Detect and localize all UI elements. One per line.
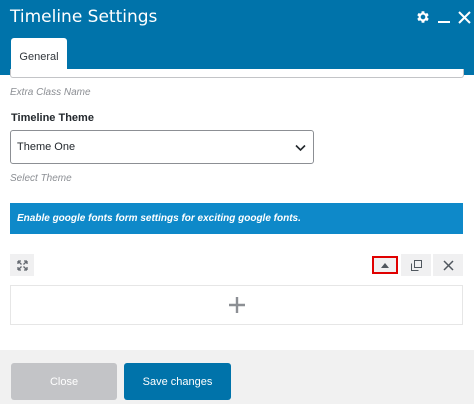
modal-footer: Close Save changes	[0, 350, 474, 404]
modal-header: Timeline Settings General	[0, 0, 474, 75]
add-item-area[interactable]	[10, 285, 463, 325]
timeline-theme-hint: Select Theme	[10, 173, 72, 184]
google-fonts-notice: Enable google fonts form settings for ex…	[10, 203, 463, 234]
modal-body: Extra Class Name Timeline Theme Theme On…	[0, 69, 474, 350]
gear-icon[interactable]	[414, 8, 432, 26]
delete-icon[interactable]	[433, 254, 463, 276]
extra-class-input[interactable]	[10, 69, 464, 78]
duplicate-icon[interactable]	[401, 254, 431, 276]
expand-icon[interactable]	[10, 254, 34, 276]
row-controls	[10, 254, 463, 276]
modal-title: Timeline Settings	[10, 7, 158, 27]
minimize-icon[interactable]	[435, 8, 453, 26]
timeline-theme-select[interactable]: Theme One	[10, 130, 314, 164]
timeline-theme-value: Theme One	[17, 141, 76, 153]
close-button[interactable]: Close	[11, 363, 117, 400]
save-changes-button[interactable]: Save changes	[124, 363, 231, 400]
timeline-theme-label: Timeline Theme	[11, 112, 94, 124]
move-up-icon[interactable]	[372, 256, 398, 274]
chevron-down-icon	[295, 144, 306, 152]
plus-icon	[228, 297, 245, 313]
extra-class-hint: Extra Class Name	[10, 87, 91, 98]
close-icon[interactable]	[455, 8, 473, 26]
